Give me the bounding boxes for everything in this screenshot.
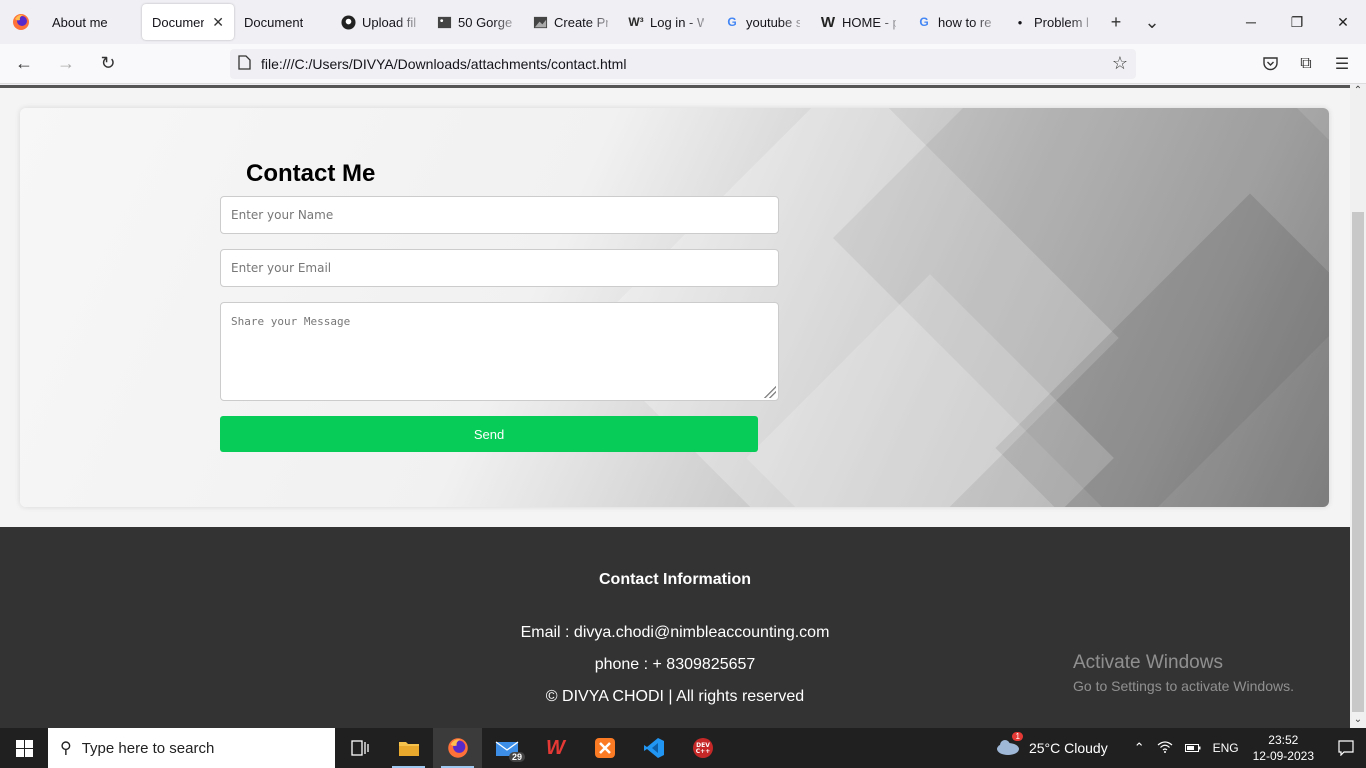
svg-text:C++: C++ [695,748,709,755]
tab-label: HOME - p [842,14,896,30]
google-icon: G [919,15,929,29]
hamburger-menu-icon[interactable]: ☰ [1324,48,1360,80]
watermark-title: Activate Windows [1073,652,1223,673]
scroll-up-arrow-icon[interactable]: ⌃ [1350,85,1366,99]
tab-document[interactable]: Document [234,4,330,40]
send-button[interactable]: Send [220,416,758,452]
footer-heading: Contact Information [599,571,751,588]
navigation-toolbar: ← → ↻ file:///C:/Users/DIVYA/Downloads/a… [0,44,1366,84]
tab-label: About me [52,14,108,30]
browser-tab-bar: About me Document ✕ Document Upload fil … [0,0,1366,44]
mail-count-badge: 29 [508,752,525,762]
firefox-icon[interactable] [0,0,42,44]
google-icon: G [727,15,737,29]
email-input[interactable]: Enter your Email [220,249,779,287]
search-placeholder: Type here to search [81,739,215,757]
resize-handle-icon[interactable] [764,386,776,398]
cloud-icon: 1 [995,731,1023,759]
windows-taskbar: ⚲ Type here to search 29 W DEV C++ 1 25°C… [0,728,1366,768]
page-file-icon [238,55,251,73]
tab-label: Create Pre [554,14,608,30]
tab-log-in[interactable]: W³ Log in - W [618,4,714,40]
scroll-down-arrow-icon[interactable]: ⌄ [1350,714,1366,728]
tab-50-gorgeous[interactable]: 50 Gorgeo [426,4,522,40]
tab-label: how to rer [938,14,992,30]
bookmark-star-icon[interactable]: ☆ [1112,53,1128,74]
contact-form-title: Contact Me [246,160,376,187]
wifi-icon[interactable] [1157,740,1173,756]
tab-label: Document [152,14,205,30]
window-controls: ─ ❐ ✕ [1228,0,1366,44]
message-textarea[interactable]: Share your Message [220,302,779,401]
close-tab-icon[interactable]: ✕ [212,14,224,31]
new-tab-plus-icon[interactable]: + [1098,4,1134,40]
dot-icon: ● [1017,17,1023,27]
file-explorer-icon[interactable] [384,728,433,768]
restore-icon[interactable]: ❐ [1274,0,1320,44]
system-tray: 1 25°C Cloudy ⌃ ENG 23:52 12-09-2023 [995,728,1366,768]
tab-create-pre[interactable]: Create Pre [522,4,618,40]
chevron-up-icon[interactable]: ⌃ [1134,740,1145,756]
vscode-icon[interactable] [629,728,678,768]
back-arrow-icon[interactable]: ← [6,48,42,80]
search-icon: ⚲ [60,740,72,757]
xampp-icon[interactable] [580,728,629,768]
tab-label: 50 Gorgeo [458,14,512,30]
image-icon [436,14,452,30]
tab-label: Log in - W [650,14,704,30]
list-tabs-chevron-down-icon[interactable]: ⌄ [1134,4,1170,40]
image-icon [532,14,548,30]
name-input[interactable]: Enter your Name [220,196,779,234]
footer: Contact Information Email : divya.chodi@… [0,527,1350,728]
weather-text: 25°C Cloudy [1028,740,1108,756]
url-bar[interactable]: file:///C:/Users/DIVYA/Downloads/attachm… [230,49,1136,79]
tab-label: Document [244,14,304,30]
tab-home[interactable]: W HOME - p [810,4,906,40]
watermark-subtitle: Go to Settings to activate Windows. [1073,678,1294,694]
tab-label: Problem lo [1034,14,1088,30]
tab-document-active[interactable]: Document ✕ [142,4,234,40]
page-top-border [0,85,1350,88]
clock-time: 23:52 [1268,733,1299,747]
github-icon [340,14,356,30]
w3-icon: W³ [628,15,644,29]
clock-date: 12-09-2023 [1252,749,1314,763]
mail-icon[interactable]: 29 [482,728,531,768]
weather-widget[interactable]: 1 25°C Cloudy [995,731,1108,759]
page-scrollbar[interactable]: ⌃ ⌄ [1350,85,1366,728]
language-indicator[interactable]: ENG [1213,741,1239,755]
tab-about-me[interactable]: About me [42,4,142,40]
activate-windows-watermark: Activate Windows Go to Settings to activ… [1073,652,1294,694]
url-text: file:///C:/Users/DIVYA/Downloads/attachm… [261,56,627,72]
notifications-icon[interactable] [1326,728,1366,768]
tab-how-to[interactable]: G how to rer [906,4,1002,40]
dev-cpp-icon[interactable]: DEV C++ [678,728,727,768]
tab-label: youtube s [746,14,800,30]
contact-card: Contact Me Enter your Name Enter your Em… [20,108,1329,507]
minimize-icon[interactable]: ─ [1228,0,1274,44]
pocket-icon[interactable] [1252,48,1288,80]
task-view-icon[interactable] [335,728,384,768]
close-window-icon[interactable]: ✕ [1320,0,1366,44]
message-placeholder: Share your Message [231,315,351,328]
wix-icon: W [820,13,836,31]
page-viewport: Contact Me Enter your Name Enter your Em… [0,85,1350,728]
tab-upload-file[interactable]: Upload fil [330,4,426,40]
forward-arrow-icon[interactable]: → [48,48,84,80]
footer-email: Email : divya.chodi@nimbleaccounting.com [520,624,830,641]
tab-label: Upload fil [362,14,416,30]
taskbar-clock[interactable]: 23:52 12-09-2023 [1253,732,1314,764]
windows-start-icon[interactable] [0,728,48,768]
reload-icon[interactable]: ↻ [90,48,126,80]
scrollbar-thumb[interactable] [1352,212,1364,712]
extensions-puzzle-icon[interactable]: ⧉ [1288,48,1324,80]
wps-office-icon[interactable]: W [531,728,580,768]
taskbar-search-box[interactable]: ⚲ Type here to search [48,728,335,768]
firefox-taskbar-icon[interactable] [433,728,482,768]
battery-icon[interactable] [1184,741,1201,756]
tab-problem[interactable]: ● Problem lo [1002,4,1098,40]
tab-youtube[interactable]: G youtube s [714,4,810,40]
weather-alert-badge: 1 [1012,731,1023,741]
toolbar-right: ⧉ ☰ [1252,48,1360,80]
